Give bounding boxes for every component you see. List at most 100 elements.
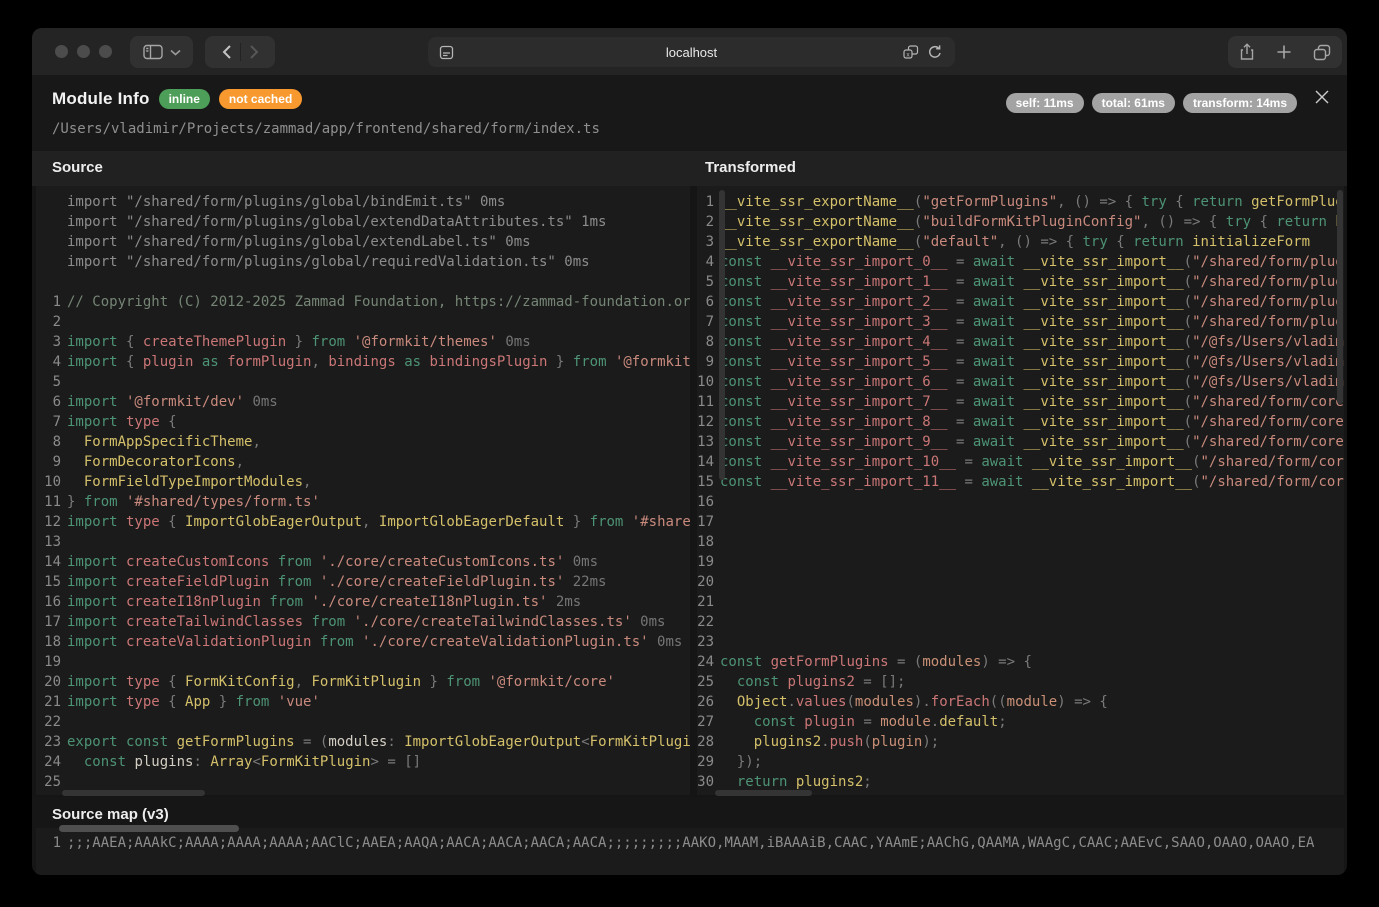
share-icon[interactable] [1239, 43, 1255, 61]
token: 0ms [497, 334, 531, 350]
new-tab-icon[interactable] [1276, 44, 1292, 60]
source-horizontal-scrollbar[interactable] [62, 790, 205, 796]
token: = [956, 454, 981, 470]
line-number: 13 [697, 432, 714, 452]
token: import [67, 634, 118, 650]
translate-icon[interactable]: x [903, 45, 919, 59]
line-number: 1 [697, 192, 714, 212]
token: FormKitPlugin [590, 734, 690, 750]
code-line: 16import createI18nPlugin from './core/c… [36, 592, 690, 612]
token: import [67, 674, 118, 690]
token: from [269, 574, 311, 590]
code-line: 3import { createThemePlugin } from '@for… [36, 332, 690, 352]
sourcemap-horizontal-scrollbar[interactable] [59, 825, 239, 832]
code-line: 24const getFormPlugins = (modules) => { [697, 652, 1344, 672]
token: const [720, 374, 762, 390]
source-code-block[interactable]: import "/shared/form/plugins/global/bind… [36, 186, 690, 795]
code-text: import { plugin as formPlugin, bindings … [67, 354, 690, 370]
code-line: import "/shared/form/plugins/global/exte… [36, 212, 690, 232]
token: ( [1184, 294, 1192, 310]
token: type [118, 694, 160, 710]
token: getFormPlugins [762, 654, 888, 670]
code-line: 5 [36, 372, 690, 392]
line-number: 14 [36, 552, 61, 572]
code-line: 19 [36, 652, 690, 672]
token: , [311, 354, 328, 370]
line-number: 15 [697, 472, 714, 492]
line-number: 12 [697, 412, 714, 432]
token: await [973, 314, 1015, 330]
transformed-panel-title: Transformed [705, 159, 796, 176]
sidebar-toggle-button[interactable] [130, 36, 193, 68]
line-number: 4 [697, 252, 714, 272]
token: { [160, 414, 177, 430]
transformed-code-block[interactable]: 1__vite_ssr_exportName__("getFormPlugins… [697, 186, 1344, 795]
token: FormKitConfig [185, 674, 295, 690]
token [720, 734, 754, 750]
token: "/shared/form/core/createTailwindClasses… [1201, 454, 1345, 470]
code-line: 8 FormAppSpecificTheme, [36, 432, 690, 452]
token: __vite_ssr_exportName__ [720, 214, 914, 230]
reload-icon[interactable] [927, 44, 943, 60]
page-format-icon[interactable] [439, 45, 454, 60]
token: "/shared/form/core/createFieldPlugin.ts" [1192, 414, 1344, 430]
forward-button[interactable] [249, 44, 260, 60]
token: __vite_ssr_import__ [1015, 314, 1184, 330]
close-icon[interactable] [1313, 88, 1331, 106]
transformed-vertical-scrollbar[interactable] [1337, 190, 1343, 404]
token: . [821, 734, 829, 750]
token: import [67, 614, 118, 630]
close-window-button[interactable] [55, 45, 68, 58]
token: from [590, 514, 624, 530]
code-line: 21import type { App } from 'vue' [36, 692, 690, 712]
source-vertical-scrollbar[interactable] [719, 190, 725, 480]
line-number: 8 [697, 332, 714, 352]
token: as [193, 354, 227, 370]
token: = [948, 434, 973, 450]
token: = [948, 374, 973, 390]
back-button[interactable] [221, 44, 232, 60]
code-line: 6import '@formkit/dev' 0ms [36, 392, 690, 412]
token: return [1192, 194, 1243, 210]
tab-overview-icon[interactable] [1313, 44, 1331, 61]
token: createI18nPlugin [118, 594, 261, 610]
zoom-window-button[interactable] [99, 45, 112, 58]
line-number: 3 [697, 232, 714, 252]
code-line: 9const __vite_ssr_import_5__ = await __v… [697, 352, 1344, 372]
token: ) => { [981, 654, 1032, 670]
token: getFormPlugins [1243, 194, 1344, 210]
token: ; [863, 774, 871, 790]
code-text: import "/shared/form/plugins/global/exte… [67, 214, 606, 230]
token: return [1276, 214, 1327, 230]
line-number: 6 [36, 392, 61, 412]
token: await [973, 334, 1015, 350]
code-line: import "/shared/form/plugins/global/requ… [36, 252, 690, 272]
token: await [973, 394, 1015, 410]
token: "/shared/form/core/createCustomIcons.ts" [1192, 394, 1344, 410]
token: , () => { [998, 234, 1082, 250]
token: ); [922, 734, 939, 750]
token: const [720, 354, 762, 370]
token: } [67, 494, 84, 510]
code-line: 17import createTailwindClasses from './c… [36, 612, 690, 632]
sourcemap-code-block[interactable]: 1;;;AAEA;AAAkC;AAAA;AAAA;AAAA;AAClC;AAEA… [36, 828, 1344, 875]
line-number: 21 [697, 592, 714, 612]
line-number: 21 [36, 692, 61, 712]
token: plugins2 [779, 674, 855, 690]
code-text: ;;;AAEA;AAAkC;AAAA;AAAA;AAAA;AAClC;AAEA;… [67, 835, 1314, 851]
code-text: FormDecoratorIcons, [67, 454, 244, 470]
transformed-horizontal-scrollbar[interactable] [715, 790, 812, 796]
code-line: 14import createCustomIcons from './core/… [36, 552, 690, 572]
token: : [387, 734, 404, 750]
address-bar[interactable]: localhost x [428, 37, 955, 67]
line-number: 10 [697, 372, 714, 392]
token: "/@fs/Users/vladimir/Projects/zammad/nod… [1192, 374, 1344, 390]
line-number: 16 [36, 592, 61, 612]
minimize-window-button[interactable] [77, 45, 90, 58]
line-number: 20 [697, 572, 714, 592]
token: "/shared/form/plugins/global/requiredVal… [1192, 314, 1344, 330]
code-text: import createValidationPlugin from './co… [67, 634, 682, 650]
page-title: Module Info [52, 89, 150, 109]
token: } [286, 334, 311, 350]
token: import [67, 554, 118, 570]
